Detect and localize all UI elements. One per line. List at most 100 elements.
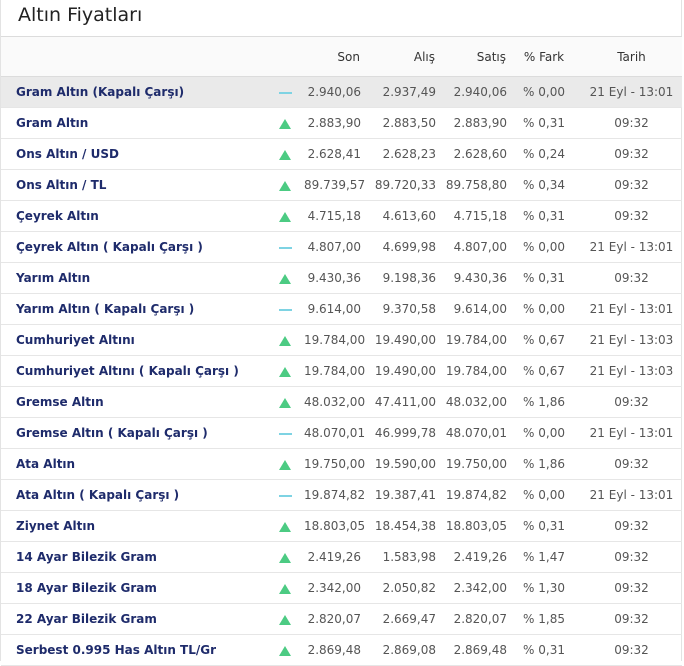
- header-tarih[interactable]: Tarih: [581, 36, 682, 77]
- header-satis[interactable]: Satış: [436, 36, 507, 77]
- date-value: 09:32: [614, 395, 649, 409]
- trend-cell: [266, 108, 304, 139]
- instrument-name-link[interactable]: 22 Ayar Bilezik Gram: [1, 604, 266, 635]
- son-value: 19.784,00: [304, 364, 366, 378]
- table-row[interactable]: 18 Ayar Bilezik Gram 2.342,00 2.050,82 2.34…: [1, 573, 682, 604]
- table-row[interactable]: 22 Ayar Bilezik Gram 2.820,07 2.669,47 2.82…: [1, 604, 682, 635]
- table-row[interactable]: 14 Ayar Bilezik Gram 2.419,26 1.583,98 2.41…: [1, 542, 682, 573]
- trend-up-icon: [279, 118, 291, 129]
- trend-cell: [266, 542, 304, 573]
- trend-up-icon: [279, 211, 291, 222]
- instrument-name-link[interactable]: Çeyrek Altın: [1, 201, 266, 232]
- table-row[interactable]: Cumhuriyet Altını ( Kapalı Çarşı ) 19.784…: [1, 356, 682, 387]
- table-row[interactable]: Ata Altın ( Kapalı Çarşı ) 19.874,82 19.38…: [1, 480, 682, 511]
- date-value: 09:32: [614, 612, 649, 626]
- son-value: 2.419,26: [307, 550, 361, 564]
- trend-cell: [266, 77, 304, 108]
- table-row[interactable]: Cumhuriyet Altını 19.784,00 19.490,00 19.78…: [1, 325, 682, 356]
- alis-value: 2.937,49: [382, 85, 436, 99]
- trend-up-icon: [279, 397, 291, 408]
- table-row[interactable]: Çeyrek Altın ( Kapalı Çarşı ) 4.807,00 4.6…: [1, 232, 682, 263]
- date-value: 21 Eyl - 13:01: [589, 85, 674, 99]
- instrument-name-link[interactable]: Ons Altın / TL: [1, 170, 266, 201]
- satis-value: 18.803,05: [445, 519, 507, 533]
- trend-up-icon: [279, 273, 291, 284]
- gold-prices-table: Son Alış Satış % Fark Tarih Gram Altın (…: [1, 36, 682, 666]
- fark-value: % 0,31: [523, 271, 565, 285]
- trend-cell: [266, 604, 304, 635]
- instrument-name-link[interactable]: Cumhuriyet Altını ( Kapalı Çarşı ): [1, 356, 266, 387]
- son-value: 9.430,36: [307, 271, 361, 285]
- trend-up-icon: [279, 180, 291, 191]
- date-value: 09:32: [614, 457, 649, 471]
- header-fark[interactable]: % Fark: [507, 36, 581, 77]
- trend-up-icon: [279, 583, 291, 594]
- table-row[interactable]: Gremse Altın ( Kapalı Çarşı ) 48.070,01 46…: [1, 418, 682, 449]
- trend-neutral-icon: [278, 246, 292, 249]
- son-value: 89.739,57: [304, 178, 366, 192]
- table-row[interactable]: Çeyrek Altın 4.715,18 4.613,60 4.715,18 % 0,…: [1, 201, 682, 232]
- fark-value: % 0,31: [523, 209, 565, 223]
- instrument-name-link[interactable]: Ons Altın / USD: [1, 139, 266, 170]
- instrument-name-link[interactable]: Gremse Altın: [1, 387, 266, 418]
- trend-cell: [266, 418, 304, 449]
- satis-value: 48.032,00: [445, 395, 507, 409]
- instrument-name-link[interactable]: Gremse Altın ( Kapalı Çarşı ): [1, 418, 266, 449]
- satis-value: 48.070,01: [445, 426, 507, 440]
- instrument-name-link[interactable]: Çeyrek Altın ( Kapalı Çarşı ): [1, 232, 266, 263]
- trend-cell: [266, 263, 304, 294]
- table-row[interactable]: Ons Altın / USD 2.628,41 2.628,23 2.628,60%…: [1, 139, 682, 170]
- table-row[interactable]: Yarım Altın 9.430,36 9.198,36 9.430,36 % 0,3…: [1, 263, 682, 294]
- trend-neutral-icon: [278, 432, 292, 435]
- instrument-name-link[interactable]: Yarım Altın: [1, 263, 266, 294]
- fark-value: % 0,67: [523, 333, 565, 347]
- table-row[interactable]: Gram Altın (Kapalı Çarşı) 2.940,06 2.937,4…: [1, 76, 682, 108]
- alis-value: 46.999,78: [374, 426, 436, 440]
- widget-title: Altın Fiyatları: [18, 4, 143, 26]
- alis-value: 19.590,00: [374, 457, 436, 471]
- fark-value: % 0,00: [523, 488, 565, 502]
- date-value: 21 Eyl - 13:01: [589, 240, 674, 254]
- table-row[interactable]: Gremse Altın 48.032,00 47.411,00 48.032,00%…: [1, 387, 682, 418]
- header-alis[interactable]: Alış: [361, 36, 436, 77]
- header-son[interactable]: Son: [304, 36, 361, 77]
- instrument-name-link[interactable]: Gram Altın (Kapalı Çarşı): [1, 77, 266, 108]
- instrument-name-link[interactable]: Gram Altın: [1, 108, 266, 139]
- fark-value: % 0,24: [523, 147, 565, 161]
- table-row[interactable]: Yarım Altın ( Kapalı Çarşı ) 9.614,00 9.37…: [1, 294, 682, 325]
- fark-value: % 0,67: [523, 364, 565, 378]
- date-value: 21 Eyl - 13:03: [589, 364, 674, 378]
- instrument-name-link[interactable]: 14 Ayar Bilezik Gram: [1, 542, 266, 573]
- trend-cell: [266, 201, 304, 232]
- trend-cell: [266, 325, 304, 356]
- trend-cell: [266, 387, 304, 418]
- instrument-name-link[interactable]: 18 Ayar Bilezik Gram: [1, 573, 266, 604]
- son-value: 48.032,00: [304, 395, 366, 409]
- son-value: 2.883,90: [307, 116, 361, 130]
- instrument-name-link[interactable]: Cumhuriyet Altını: [1, 325, 266, 356]
- fark-value: % 0,00: [523, 85, 565, 99]
- table-row[interactable]: Ziynet Altın 18.803,05 18.454,38 18.803,05%…: [1, 511, 682, 542]
- trend-cell: [266, 170, 304, 201]
- fark-value: % 1,86: [523, 395, 565, 409]
- son-value: 19.750,00: [304, 457, 366, 471]
- alis-value: 9.370,58: [382, 302, 436, 316]
- alis-value: 19.490,00: [374, 333, 436, 347]
- date-value: 21 Eyl - 13:01: [589, 302, 674, 316]
- instrument-name-link[interactable]: Yarım Altın ( Kapalı Çarşı ): [1, 294, 266, 325]
- table-row[interactable]: Gram Altın 2.883,90 2.883,50 2.883,90 % 0,31…: [1, 108, 682, 139]
- instrument-name-link[interactable]: Ata Altın: [1, 449, 266, 480]
- date-value: 21 Eyl - 13:01: [589, 426, 674, 440]
- alis-value: 2.628,23: [382, 147, 436, 161]
- satis-value: 9.614,00: [453, 302, 507, 316]
- fark-value: % 0,34: [523, 178, 565, 192]
- alis-value: 1.583,98: [382, 550, 436, 564]
- trend-up-icon: [279, 335, 291, 346]
- instrument-name-link[interactable]: Ziynet Altın: [1, 511, 266, 542]
- table-row[interactable]: Ata Altın 19.750,00 19.590,00 19.750,00 % 1,…: [1, 449, 682, 480]
- table-row[interactable]: Ons Altın / TL 89.739,57 89.720,33 89.758,8…: [1, 170, 682, 201]
- date-value: 09:32: [614, 178, 649, 192]
- satis-value: 19.784,00: [445, 333, 507, 347]
- date-value: 09:32: [614, 209, 649, 223]
- instrument-name-link[interactable]: Ata Altın ( Kapalı Çarşı ): [1, 480, 266, 511]
